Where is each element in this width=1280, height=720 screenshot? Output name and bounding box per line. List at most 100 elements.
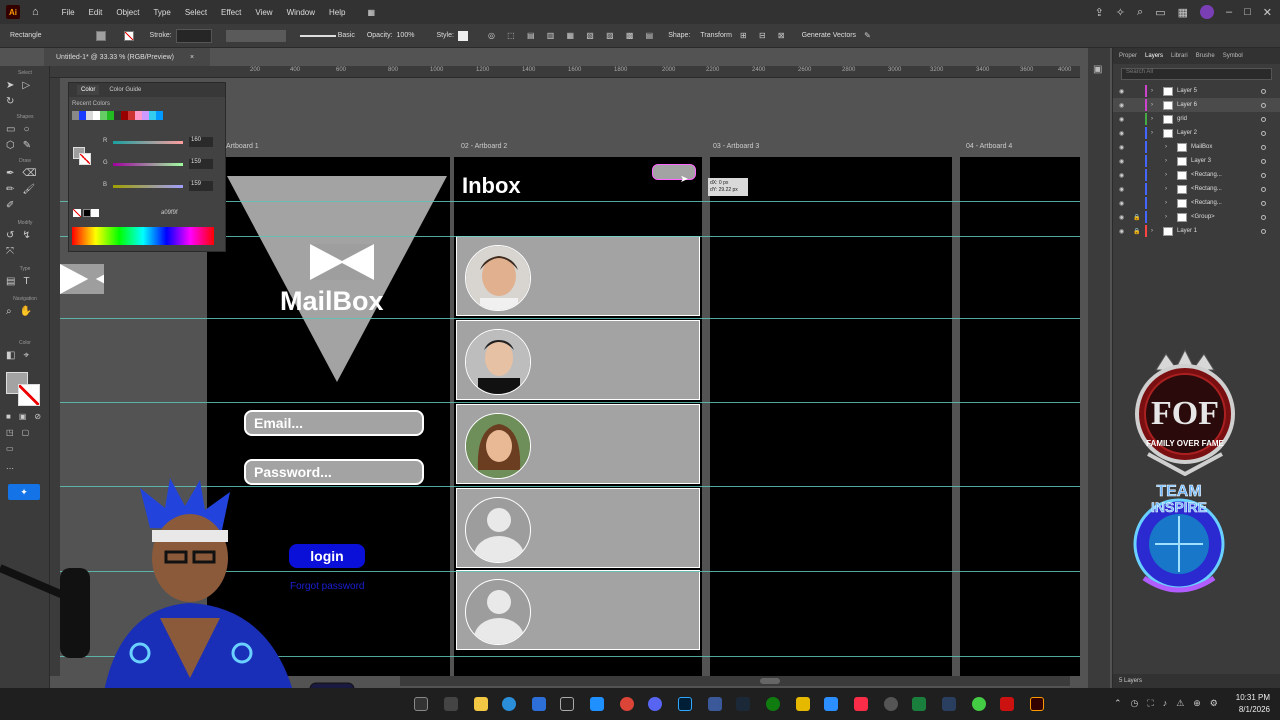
email-field[interactable]: Email... xyxy=(244,410,424,436)
menu-type[interactable]: Type xyxy=(152,8,171,17)
lock-icon[interactable]: 🔒 xyxy=(1133,228,1140,235)
visibility-icon[interactable]: ◉ xyxy=(1119,228,1124,235)
recent-color-swatch[interactable] xyxy=(114,111,121,120)
draw-normal-icon[interactable]: ◳ xyxy=(6,428,14,437)
hand-icon[interactable]: ✋ xyxy=(20,306,32,317)
visibility-icon[interactable]: ◉ xyxy=(1119,116,1124,123)
transform-button[interactable]: Transform xyxy=(700,32,732,39)
red-slider[interactable] xyxy=(113,141,183,144)
presentation-icon[interactable]: ▭ xyxy=(6,444,14,453)
generate-vectors-button[interactable]: Generate Vectors xyxy=(802,32,856,39)
learn-icon[interactable]: ✧ xyxy=(1116,6,1125,19)
none-mode-icon[interactable]: ⊘ xyxy=(34,412,41,421)
opacity-value[interactable]: 100% xyxy=(397,32,415,39)
type-tool-icon[interactable]: T xyxy=(23,276,29,287)
document-tab[interactable]: Untitled-1* @ 33.33 % (RGB/Preview) × xyxy=(44,48,210,66)
file-explorer-icon[interactable] xyxy=(474,697,488,711)
workspace-icon[interactable]: ▭ xyxy=(1155,6,1165,19)
color-spectrum[interactable] xyxy=(72,227,214,245)
target-icon[interactable] xyxy=(1261,130,1266,136)
recent-color-swatch[interactable] xyxy=(79,111,86,120)
obs-icon[interactable] xyxy=(884,697,898,711)
epic-games-icon[interactable] xyxy=(560,697,574,711)
inbox-row[interactable] xyxy=(456,404,700,484)
artboard-3[interactable] xyxy=(710,157,952,676)
tab-color-guide[interactable]: Color Guide xyxy=(109,87,141,93)
green-slider[interactable] xyxy=(113,163,183,166)
style-swatch[interactable] xyxy=(457,30,468,41)
expand-icon[interactable]: › xyxy=(1151,130,1153,136)
recent-color-swatch[interactable] xyxy=(121,111,128,120)
shaper-icon[interactable]: ✎ xyxy=(23,140,31,151)
expand-icon[interactable]: › xyxy=(1151,228,1153,234)
screen-mode-icon[interactable]: ▢ xyxy=(22,428,30,437)
gradient-mode-icon[interactable]: ▣ xyxy=(19,412,27,421)
discord-icon[interactable] xyxy=(648,697,662,711)
color-mode-icon[interactable]: ■ xyxy=(6,412,11,421)
illustrator-taskbar-icon[interactable] xyxy=(1030,697,1044,711)
pasteboard-envelope-icon[interactable] xyxy=(60,264,104,294)
dragged-rectangle[interactable] xyxy=(652,164,696,180)
layer-row[interactable]: ◉ › <Rectang... xyxy=(1113,182,1280,196)
target-icon[interactable] xyxy=(1261,186,1266,192)
recent-color-swatch[interactable] xyxy=(72,111,79,120)
rectangle-tool-icon[interactable]: ▭ xyxy=(6,124,15,135)
chart-icon[interactable]: ▤ xyxy=(6,276,15,287)
apps-icon[interactable]: ▦ xyxy=(1178,6,1188,19)
visibility-icon[interactable]: ◉ xyxy=(1119,186,1124,193)
recent-color-swatch[interactable] xyxy=(93,111,100,120)
direct-selection-icon[interactable]: ▷ xyxy=(22,80,30,91)
black-swatch[interactable] xyxy=(83,209,91,217)
clock[interactable]: 10:31 PM 8/1/2026 xyxy=(1236,692,1270,716)
artboard-3-label[interactable]: 03 - Artboard 3 xyxy=(713,143,759,150)
inbox-title[interactable]: Inbox xyxy=(462,173,521,199)
white-swatch[interactable] xyxy=(91,209,99,217)
steam-icon[interactable] xyxy=(736,697,750,711)
recent-color-swatch[interactable] xyxy=(135,111,142,120)
variable-width-profile[interactable] xyxy=(225,29,286,42)
expand-icon[interactable]: › xyxy=(1165,158,1167,164)
menu-select[interactable]: Select xyxy=(184,8,208,17)
visibility-icon[interactable]: ◉ xyxy=(1119,172,1124,179)
recent-color-swatch[interactable] xyxy=(156,111,163,120)
menu-view[interactable]: View xyxy=(254,8,273,17)
tab-libraries[interactable]: Librari xyxy=(1171,53,1188,59)
visibility-icon[interactable]: ◉ xyxy=(1119,88,1124,95)
pencil-icon[interactable]: ✏ xyxy=(6,184,14,195)
outlook-icon[interactable] xyxy=(590,697,604,711)
home-icon[interactable]: ⌂ xyxy=(32,6,39,18)
close-tab-icon[interactable]: × xyxy=(190,54,194,61)
selection-tool-icon[interactable]: ➤ xyxy=(6,80,14,91)
layer-row[interactable]: ◉ › <Rectang... xyxy=(1113,168,1280,182)
arrange-icons[interactable]: ⊞ ⊟ ⊠ xyxy=(740,31,790,40)
menu-help[interactable]: Help xyxy=(328,8,346,17)
green-value[interactable]: 159 xyxy=(189,159,213,169)
expand-icon[interactable]: › xyxy=(1151,88,1153,94)
edge-icon[interactable] xyxy=(502,697,516,711)
expand-icon[interactable]: › xyxy=(1165,186,1167,192)
stroke-color-box[interactable] xyxy=(18,384,40,406)
layer-row[interactable]: ◉ › MailBox xyxy=(1113,140,1280,154)
visibility-icon[interactable]: ◉ xyxy=(1119,214,1124,221)
inbox-row[interactable] xyxy=(456,570,700,650)
menu-edit[interactable]: Edit xyxy=(88,8,104,17)
expand-icon[interactable]: › xyxy=(1165,172,1167,178)
visibility-icon[interactable]: ◉ xyxy=(1119,158,1124,165)
blue-value[interactable]: 159 xyxy=(189,181,213,191)
recent-color-swatch[interactable] xyxy=(107,111,114,120)
target-icon[interactable] xyxy=(1261,102,1266,108)
recent-color-swatch[interactable] xyxy=(142,111,149,120)
align-icons[interactable]: ◎ ⬚ ▤ ▥ ▦ ▧ ▨ ▩ ▤ xyxy=(488,31,658,40)
brush-profile[interactable]: Basic xyxy=(338,32,355,39)
fill-swatch[interactable] xyxy=(95,30,106,41)
app-icon[interactable] xyxy=(972,697,986,711)
store-icon[interactable] xyxy=(532,697,546,711)
target-icon[interactable] xyxy=(1261,228,1266,234)
expand-icon[interactable]: › xyxy=(1151,116,1153,122)
lightroom-icon[interactable] xyxy=(678,697,692,711)
task-view-icon[interactable] xyxy=(444,697,458,711)
stroke-swatch[interactable] xyxy=(123,30,134,41)
menu-object[interactable]: Object xyxy=(115,8,140,17)
layer-row[interactable]: ◉ › <Rectang... xyxy=(1113,196,1280,210)
minimize-icon[interactable]: – xyxy=(1226,6,1232,18)
